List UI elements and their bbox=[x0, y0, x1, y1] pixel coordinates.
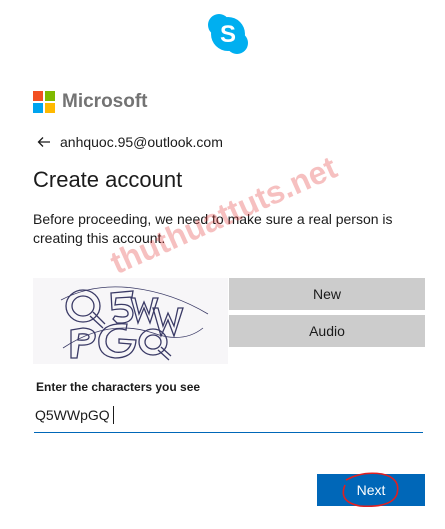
annotation-circle bbox=[342, 472, 399, 508]
next-button[interactable]: Next bbox=[317, 474, 425, 506]
captcha-input-wrapper bbox=[34, 400, 424, 433]
identity-banner[interactable]: anhquoc.95@outlook.com bbox=[37, 134, 223, 150]
arrow-left-icon[interactable] bbox=[37, 135, 51, 149]
page-title: Create account bbox=[33, 167, 183, 192]
microsoft-logo-icon bbox=[33, 91, 55, 113]
microsoft-brand: Microsoft bbox=[33, 90, 148, 114]
new-captcha-button[interactable]: New bbox=[229, 278, 425, 310]
page-description: Before proceeding, we need to make sure … bbox=[33, 211, 393, 246]
captcha-image bbox=[33, 278, 228, 364]
brand-name: Microsoft bbox=[62, 91, 148, 112]
captcha-input-label: Enter the characters you see bbox=[36, 380, 201, 394]
svg-text:S: S bbox=[220, 21, 236, 48]
skype-icon: S bbox=[207, 13, 249, 55]
audio-captcha-button[interactable]: Audio bbox=[229, 315, 425, 347]
text-cursor bbox=[113, 406, 114, 424]
captcha-input[interactable] bbox=[34, 400, 424, 430]
identity-email: anhquoc.95@outlook.com bbox=[60, 134, 223, 150]
